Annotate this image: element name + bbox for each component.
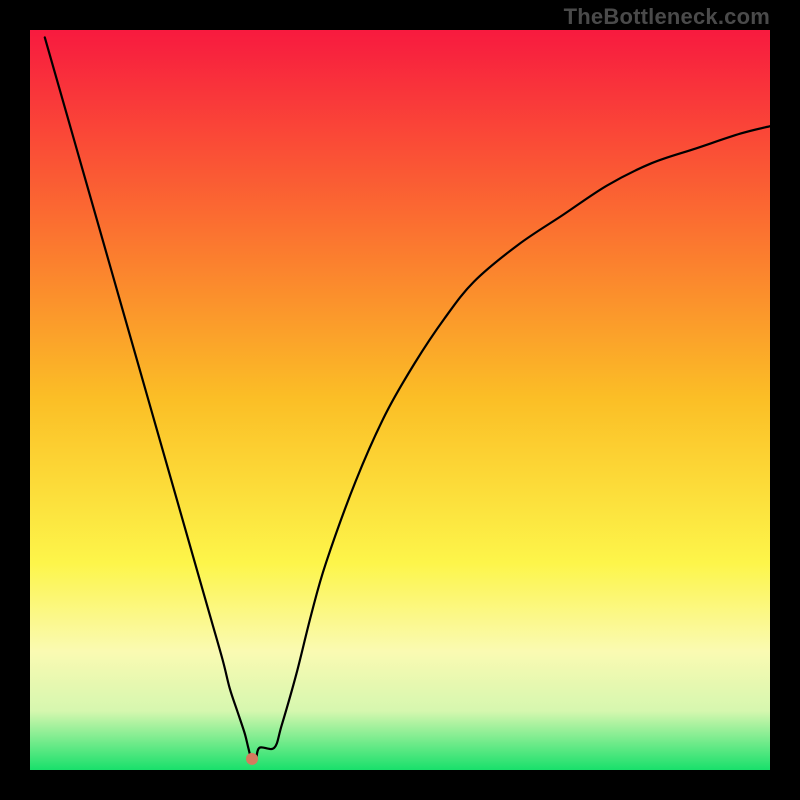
optimum-marker — [246, 753, 258, 765]
chart-frame: TheBottleneck.com — [0, 0, 800, 800]
watermark-text: TheBottleneck.com — [564, 4, 770, 30]
plot-area — [30, 30, 770, 770]
chart-background — [30, 30, 770, 770]
chart-svg — [30, 30, 770, 770]
